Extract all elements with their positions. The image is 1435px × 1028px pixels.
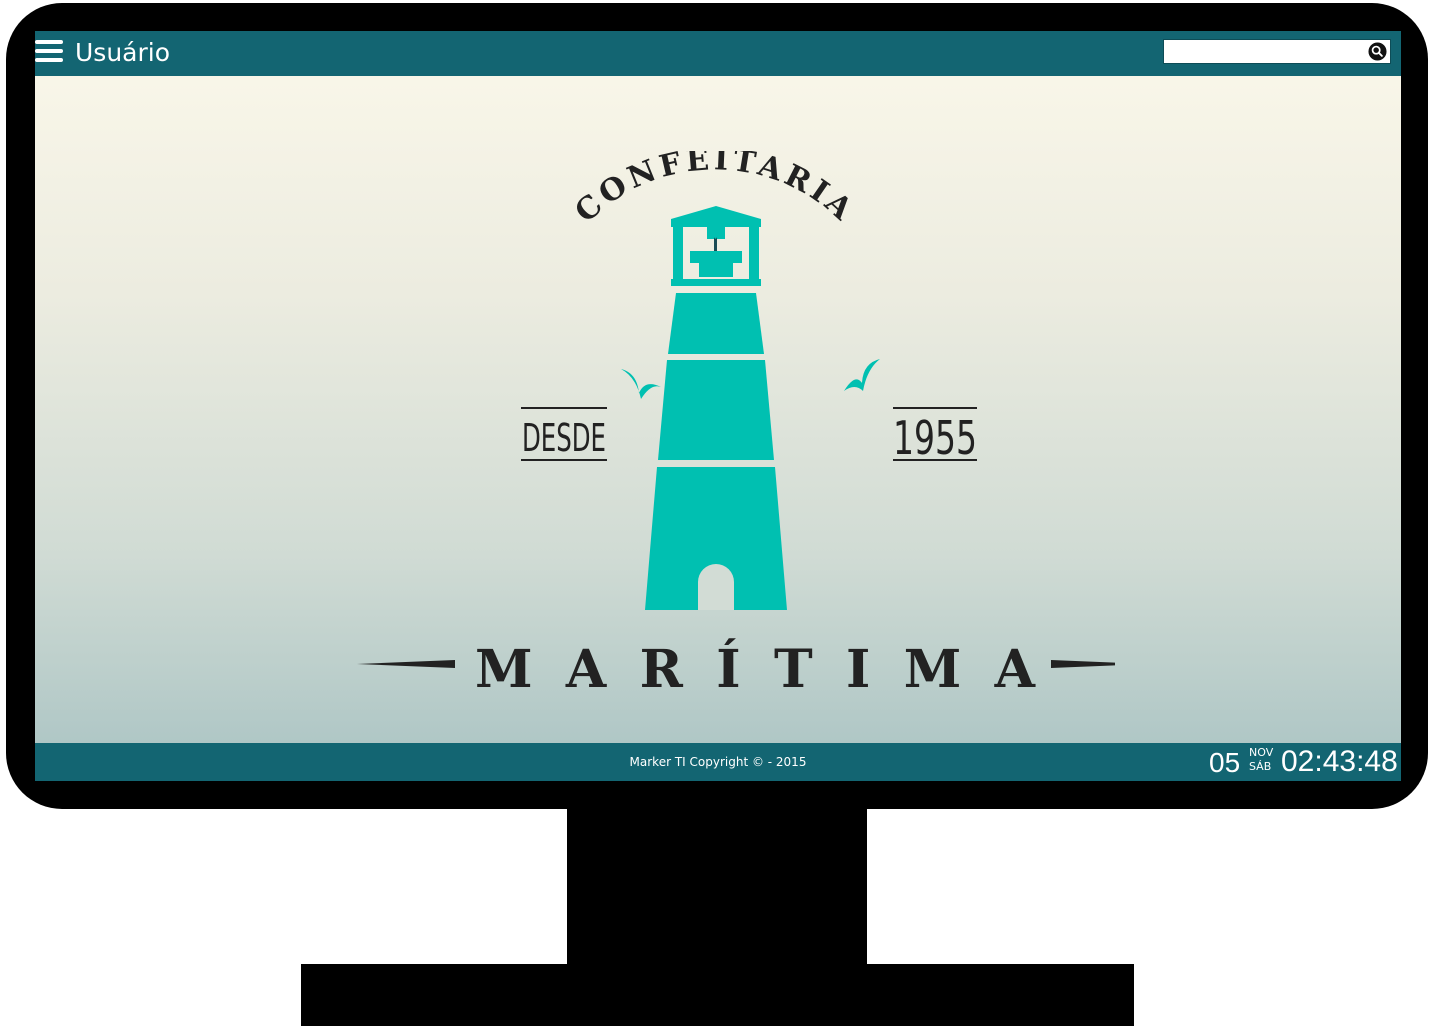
monitor-stand-base — [301, 964, 1134, 1026]
logo-right-text: 1955 — [893, 411, 977, 465]
search-box — [1163, 39, 1391, 64]
logo-brand-name: MARÍTIMA — [475, 638, 1036, 700]
hamburger-menu-icon[interactable] — [35, 40, 63, 62]
clock-time: 02:43:48 — [1281, 745, 1398, 778]
screen: Usuário CONFEITARIA DESDE 1955 MARÍTIMA … — [35, 31, 1401, 781]
lighthouse-icon — [645, 206, 787, 610]
maritima-logo: CONFEITARIA DESDE 1955 MARÍTIMA — [357, 151, 1115, 700]
date-weekday: SÁB — [1249, 760, 1272, 773]
footer-bar: Marker TI Copyright © - 2015 05 NOV SÁB … — [35, 743, 1401, 781]
search-input[interactable] — [1166, 41, 1362, 61]
monitor-stand-neck — [567, 800, 867, 970]
top-bar: Usuário — [35, 31, 1401, 76]
copyright-text: Marker TI Copyright © - 2015 — [629, 755, 807, 769]
logo-left-text: DESDE — [522, 416, 606, 460]
user-menu-label[interactable]: Usuário — [75, 37, 170, 69]
date-day: 05 — [1209, 747, 1241, 778]
date-month: NOV — [1249, 746, 1274, 759]
search-icon[interactable] — [1368, 42, 1387, 61]
